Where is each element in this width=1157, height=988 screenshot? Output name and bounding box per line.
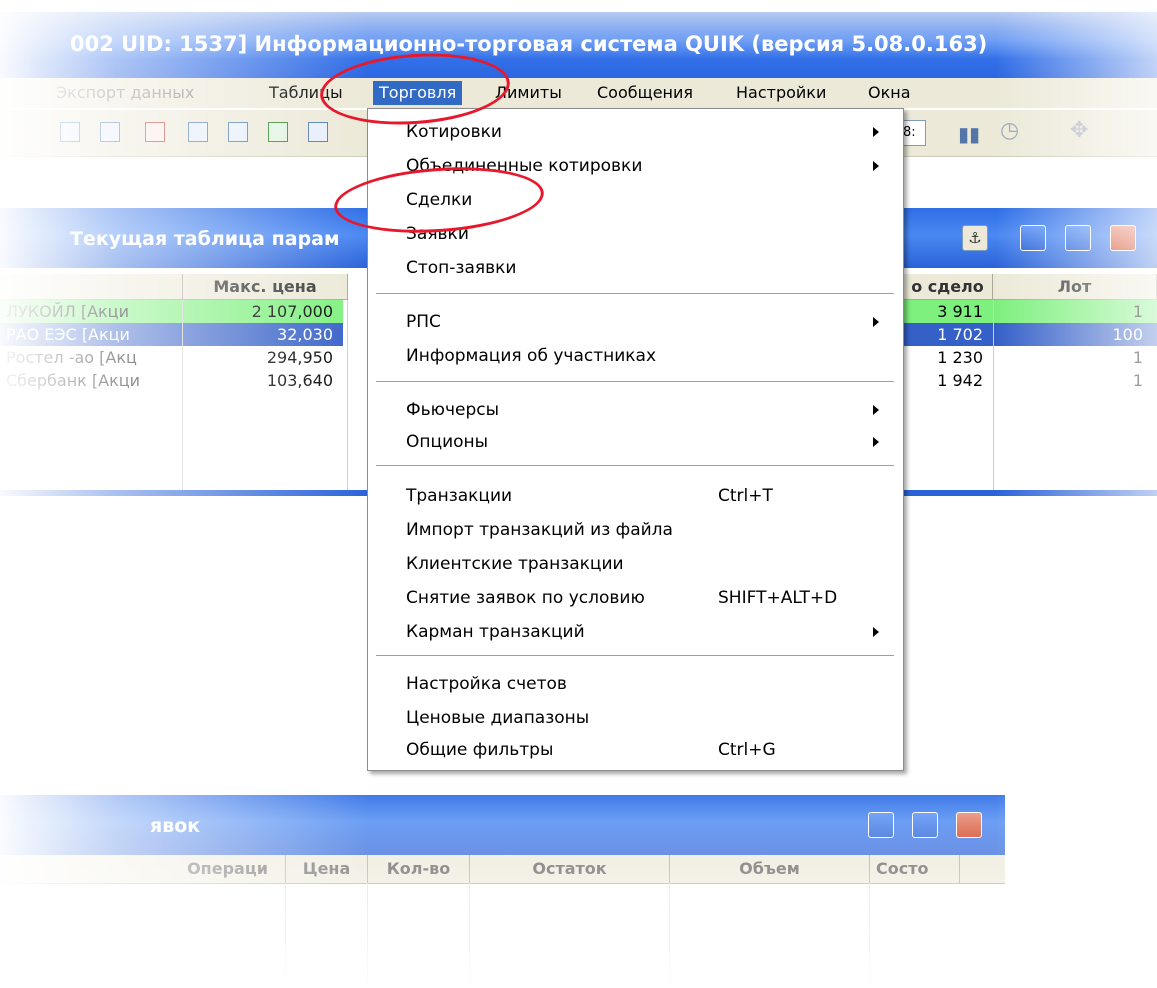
menu-item-orders[interactable]: Заявки [368, 217, 903, 251]
col-price-header[interactable]: Цена [286, 855, 368, 883]
menu-item-futures[interactable]: Фьючерсы [368, 393, 903, 427]
menu-item-cancel-orders-by-condition[interactable]: Снятие заявок по условию SHIFT+ALT+D [368, 581, 903, 615]
submenu-arrow-icon [873, 127, 879, 137]
col-qty-header[interactable]: Кол-во [368, 855, 470, 883]
copy-icon[interactable] [308, 122, 328, 142]
row-deal[interactable]: 1 942 [903, 369, 993, 392]
menu-item-options[interactable]: Опционы [368, 425, 903, 459]
window-icon[interactable] [188, 122, 208, 142]
col-rest-header[interactable]: Остаток [470, 855, 670, 883]
trading-menu: Котировки Объединенные котировки Сделки … [367, 108, 904, 771]
app-title-bar: 002 UID: 1537] Информационно-торговая си… [0, 12, 1157, 82]
close-button[interactable] [1110, 225, 1136, 251]
move-icon[interactable]: ✥ [1070, 118, 1088, 143]
orders-window: явок Операци Цена Кол-во Остаток Объем С… [0, 795, 1005, 988]
app-title: 002 UID: 1537] Информационно-торговая си… [70, 32, 988, 56]
excel-icon[interactable] [268, 122, 288, 142]
search-icon[interactable] [228, 122, 248, 142]
menu-separator [376, 655, 894, 657]
table-icon[interactable] [100, 122, 120, 142]
maximize-button[interactable] [1065, 225, 1091, 251]
submenu-arrow-icon [873, 627, 879, 637]
shortcut: Ctrl+G [718, 740, 776, 760]
row-deal[interactable]: 3 911 [903, 300, 993, 323]
menu-windows[interactable]: Окна [862, 81, 917, 105]
param-window-title: Текущая таблица парам [70, 228, 340, 250]
close-button[interactable] [956, 812, 982, 838]
shortcut: Ctrl+T [718, 486, 773, 506]
menu-export[interactable]: Экспорт данных [50, 81, 200, 105]
menu-limits[interactable]: Лимиты [489, 81, 568, 105]
row-deal[interactable]: 1 702 [903, 323, 993, 346]
grid-line [347, 300, 348, 490]
menu-separator [376, 293, 894, 295]
row-lot[interactable]: 1 [993, 369, 1157, 392]
submenu-arrow-icon [873, 161, 879, 171]
menu-settings[interactable]: Настройки [730, 81, 832, 105]
menu-item-price-ranges[interactable]: Ценовые диапазоны [368, 701, 903, 735]
grid-line [869, 883, 870, 988]
grid-line [993, 300, 994, 490]
chart-icon[interactable]: ▮▮ [958, 122, 980, 146]
minimize-button[interactable] [1020, 225, 1046, 251]
quik-screenshot: 002 UID: 1537] Информационно-торговая си… [0, 0, 1157, 988]
menu-item-transaction-pocket[interactable]: Карман транзакций [368, 615, 903, 649]
col-state-header[interactable]: Состо [870, 855, 960, 883]
grid-line [182, 300, 183, 490]
menu-item-combined-quotes[interactable]: Объединенные котировки [368, 149, 903, 183]
col-deal-header[interactable]: о сдело [903, 274, 993, 300]
maximize-button[interactable] [912, 812, 938, 838]
grid-line [669, 883, 670, 988]
row-name[interactable]: Ростел -ао [Акц [0, 346, 182, 369]
clock-icon[interactable]: ◷ [1000, 118, 1019, 143]
menu-item-trades[interactable]: Сделки [368, 183, 903, 217]
menu-trading[interactable]: Торговля [373, 81, 463, 105]
submenu-arrow-icon [873, 437, 879, 447]
row-max-price[interactable]: 32,030 [183, 323, 343, 346]
menu-item-participants-info[interactable]: Информация об участниках [368, 339, 903, 373]
col-operation-header[interactable]: Операци [170, 855, 286, 883]
col-name-header[interactable] [0, 274, 183, 300]
list-icon[interactable] [145, 122, 165, 142]
col-volume-header[interactable]: Объем [670, 855, 870, 883]
menu-item-common-filters[interactable]: Общие фильтры Ctrl+G [368, 733, 903, 767]
shortcut: SHIFT+ALT+D [718, 588, 838, 608]
menu-item-rps[interactable]: РПС [368, 305, 903, 339]
row-name[interactable]: РАО ЕЭС [Акци [0, 323, 182, 346]
col-lot-header[interactable]: Лот [993, 274, 1157, 300]
toolbar-icon[interactable] [60, 122, 80, 142]
row-name[interactable]: Сбербанк [Акци [0, 369, 182, 392]
submenu-arrow-icon [873, 317, 879, 327]
row-deal[interactable]: 1 230 [903, 346, 993, 369]
row-max-price[interactable]: 103,640 [183, 369, 343, 392]
menu-messages[interactable]: Сообщения [591, 81, 699, 105]
row-lot[interactable]: 1 [993, 300, 1157, 323]
menu-separator [376, 465, 894, 467]
menu-item-import-transactions[interactable]: Импорт транзакций из файла [368, 513, 903, 547]
grid-line [367, 883, 368, 988]
anchor-icon[interactable]: ⚓ [962, 225, 988, 251]
menu-bar: Экспорт данных Таблицы Торговля Лимиты С… [0, 78, 1157, 108]
row-max-price[interactable]: 2 107,000 [183, 300, 343, 323]
menu-item-quotes[interactable]: Котировки [368, 115, 903, 149]
orders-window-title: явок [150, 815, 201, 837]
submenu-arrow-icon [873, 405, 879, 415]
row-lot[interactable]: 100 [993, 323, 1157, 346]
orders-window-titlebar[interactable]: явок [0, 795, 1005, 855]
grid-line [285, 883, 286, 988]
menu-separator [376, 381, 894, 383]
col-max-price-header[interactable]: Макс. цена [183, 274, 348, 300]
menu-item-account-settings[interactable]: Настройка счетов [368, 667, 903, 701]
minimize-button[interactable] [868, 812, 894, 838]
row-name[interactable]: ЛУКОЙЛ [Акци [0, 300, 182, 323]
menu-item-transactions[interactable]: Транзакции Ctrl+T [368, 479, 903, 513]
grid-line [469, 883, 470, 988]
row-lot[interactable]: 1 [993, 346, 1157, 369]
row-max-price[interactable]: 294,950 [183, 346, 343, 369]
menu-item-client-transactions[interactable]: Клиентские транзакции [368, 547, 903, 581]
menu-item-stop-orders[interactable]: Стоп-заявки [368, 251, 903, 285]
menu-tables[interactable]: Таблицы [263, 81, 349, 105]
